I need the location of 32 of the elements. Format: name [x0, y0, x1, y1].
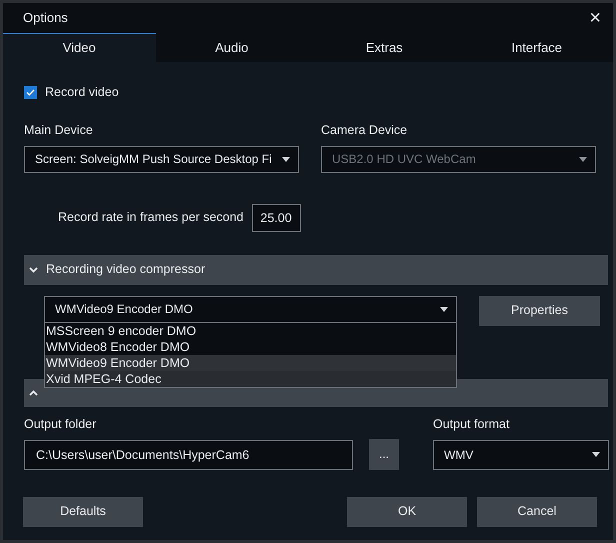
field-label: Main Device [24, 122, 94, 139]
dropdown-option[interactable]: WMVideo8 Encoder DMO [45, 338, 456, 355]
input-field[interactable]: 25.00 [252, 204, 301, 232]
check-icon [26, 88, 35, 96]
caret-icon [592, 452, 600, 457]
defaults-button[interactable]: Defaults [23, 496, 143, 526]
properties-button[interactable]: Properties [479, 296, 600, 326]
field-label: Output folder [24, 416, 98, 433]
ok-button[interactable]: OK [347, 496, 467, 526]
dropdown-option[interactable]: WMVideo9 Encoder DMO [45, 354, 456, 371]
field-label: Output format [433, 416, 510, 433]
dropdown-option[interactable]: Xvid MPEG-4 Codec [45, 370, 456, 387]
checkbox-label: Record video [45, 84, 119, 101]
caret-icon [282, 156, 290, 162]
caret-icon [579, 156, 587, 162]
chevron-up-icon [29, 390, 38, 396]
dropdown[interactable]: WMVideo9 Encoder DMO [44, 296, 457, 323]
dropdown[interactable]: WMV [433, 440, 609, 470]
field-label: Camera Device [321, 122, 408, 139]
input-field[interactable]: C:\Users\user\Documents\HyperCam6 [24, 440, 353, 470]
checkbox[interactable] [24, 86, 37, 98]
chevron-down-icon [29, 266, 38, 273]
dropdown-option[interactable]: MSScreen 9 encoder DMO [45, 322, 456, 339]
field-label: Record rate in frames per second [58, 209, 244, 226]
close-button[interactable]: × [589, 8, 601, 28]
caret-icon [440, 306, 448, 312]
browse-button[interactable]: ... [369, 438, 399, 470]
dropdown[interactable]: Screen: SolveigMM Push Source Desktop Fi [24, 146, 299, 173]
section-header[interactable]: Recording video compressor [24, 254, 608, 285]
window-title: Options [23, 9, 68, 28]
cancel-button[interactable]: Cancel [477, 496, 597, 526]
tab[interactable]: Video [3, 33, 156, 62]
